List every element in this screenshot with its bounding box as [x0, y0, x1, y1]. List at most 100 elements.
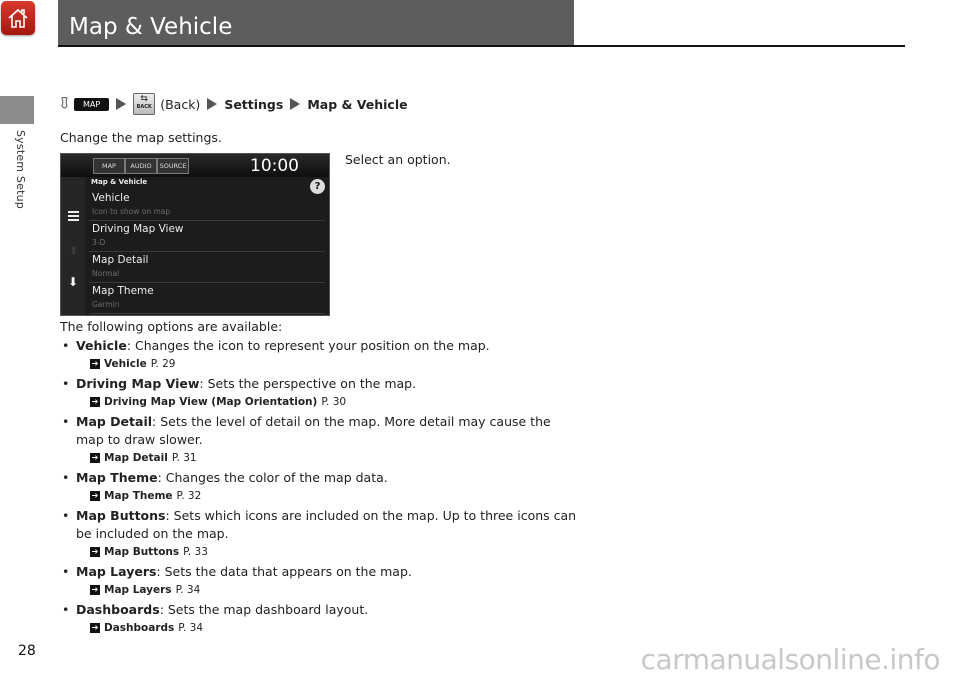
option-item: • Map Buttons: Sets which icons are inclu… — [60, 507, 580, 561]
reference-arrow-icon: ➔ — [90, 623, 100, 633]
screen-item-title: Map Theme — [92, 285, 154, 297]
voice-command-icon — [61, 97, 68, 109]
option-description: : Sets the data that appears on the map. — [156, 564, 412, 579]
screen-item-value: Garmin — [92, 300, 120, 309]
option-name: Map Detail — [76, 414, 153, 429]
scroll-up-icon: ⬆ — [69, 244, 79, 257]
screen-item-title: Vehicle — [92, 192, 130, 204]
screen-tab-source: SOURCE — [157, 158, 189, 174]
home-icon — [8, 8, 28, 28]
reference-page: P. 29 — [150, 358, 176, 370]
options-lead: The following options are available: — [60, 319, 283, 334]
reference-title: Map Theme — [104, 490, 173, 502]
bullet-icon: • — [62, 414, 70, 429]
option-description: : Sets the map dashboard layout. — [159, 602, 369, 617]
bullet-icon: • — [62, 602, 70, 617]
reference-arrow-icon: ➔ — [90, 585, 100, 595]
screen-item-title: Driving Map View — [92, 223, 184, 235]
screen-list-item: Map Theme Garmin — [89, 282, 325, 314]
bullet-icon: • — [62, 564, 70, 579]
reference-link[interactable]: ➔ Dashboards P. 34 — [76, 619, 580, 637]
section-tab — [0, 96, 34, 124]
option-description: : Changes the color of the map data. — [157, 470, 388, 485]
option-description: : Changes the icon to represent your pos… — [126, 338, 490, 353]
screen-item-value: Normal — [92, 269, 120, 278]
option-name: Map Layers — [76, 564, 157, 579]
navigation-screenshot: MAP AUDIO SOURCE 10:00 ⬆ ⬇ Map & Vehicle… — [60, 153, 330, 316]
title-divider — [58, 45, 905, 47]
option-name: Map Theme — [76, 470, 158, 485]
screen-item-value: 3-D — [92, 238, 106, 247]
section-label: System Setup — [14, 130, 27, 209]
page-number: 28 — [18, 643, 36, 659]
reference-title: Dashboards — [104, 622, 175, 634]
option-name: Map Buttons — [76, 508, 166, 523]
screen-clock: 10:00 — [250, 156, 299, 176]
reference-page: P. 34 — [175, 584, 201, 596]
intro-text: Change the map settings. — [60, 130, 222, 145]
arrow-icon — [116, 98, 127, 110]
scroll-down-icon: ⬇ — [68, 275, 79, 289]
arrow-icon — [290, 98, 301, 110]
option-item: • Vehicle: Changes the icon to represent … — [60, 337, 580, 373]
bullet-icon: • — [62, 508, 70, 523]
reference-arrow-icon: ➔ — [90, 397, 100, 407]
reference-page: P. 30 — [321, 396, 347, 408]
reference-title: Map Layers — [104, 584, 172, 596]
reference-link[interactable]: ➔ Map Detail P. 31 — [76, 449, 580, 467]
option-item: • Map Layers: Sets the data that appears … — [60, 563, 580, 599]
back-icon: ⇆ BACK — [133, 93, 156, 115]
navigation-path: MAP ⇆ BACK (Back) Settings Map & Vehicle — [60, 93, 408, 115]
screen-list-item: Driving Map View 3-D — [89, 220, 325, 252]
option-name: Dashboards — [76, 602, 160, 617]
reference-title: Vehicle — [104, 358, 147, 370]
reference-page: P. 34 — [178, 622, 204, 634]
bullet-icon: • — [62, 376, 70, 391]
reference-link[interactable]: ➔ Map Theme P. 32 — [76, 487, 580, 505]
option-item: • Driving Map View: Sets the perspective … — [60, 375, 580, 411]
reference-page: P. 31 — [171, 452, 197, 464]
screen-item-title: Map Detail — [92, 254, 149, 266]
option-item: • Map Theme: Changes the color of the map… — [60, 469, 580, 505]
reference-arrow-icon: ➔ — [90, 359, 100, 369]
screen-left-column: ⬆ ⬇ — [61, 177, 85, 315]
screen-item-value: Icon to show on map — [92, 207, 171, 216]
reference-arrow-icon: ➔ — [90, 453, 100, 463]
screen-heading: Map & Vehicle — [91, 178, 148, 186]
map-button-label: MAP — [74, 97, 110, 111]
reference-page: P. 32 — [176, 490, 202, 502]
home-button[interactable] — [1, 1, 35, 35]
option-name: Driving Map View — [76, 376, 200, 391]
screen-list-item: Vehicle Icon to show on map — [89, 189, 325, 221]
page-title: Map & Vehicle — [69, 14, 233, 40]
reference-arrow-icon: ➔ — [90, 547, 100, 557]
reference-link[interactable]: ➔ Driving Map View (Map Orientation) P. 30 — [76, 393, 580, 411]
watermark: carmanualsonline.info — [640, 643, 941, 676]
title-bar: Map & Vehicle — [58, 0, 574, 46]
bullet-icon: • — [62, 470, 70, 485]
path-step-settings: Settings — [224, 96, 284, 112]
back-text: (Back) — [160, 96, 201, 112]
bullet-icon: • — [62, 338, 70, 353]
arrow-icon — [207, 98, 218, 110]
reference-link[interactable]: ➔ Map Buttons P. 33 — [76, 543, 580, 561]
reference-title: Map Buttons — [104, 546, 180, 558]
reference-title: Driving Map View (Map Orientation) — [104, 396, 318, 408]
options-list: The following options are available: • Ve… — [60, 318, 580, 639]
screen-tab-map: MAP — [93, 158, 125, 174]
back-icon-label: BACK — [136, 104, 152, 110]
screen-tab-audio: AUDIO — [125, 158, 157, 174]
reference-link[interactable]: ➔ Vehicle P. 29 — [76, 355, 580, 373]
reference-title: Map Detail — [104, 452, 168, 464]
option-description: : Sets the perspective on the map. — [199, 376, 417, 391]
option-item: • Map Detail: Sets the level of detail on… — [60, 413, 580, 467]
reference-arrow-icon: ➔ — [90, 491, 100, 501]
reference-page: P. 33 — [183, 546, 208, 558]
select-instruction: Select an option. — [345, 152, 451, 167]
path-step-map-vehicle: Map & Vehicle — [307, 96, 408, 112]
option-name: Vehicle — [76, 338, 127, 353]
reference-link[interactable]: ➔ Map Layers P. 34 — [76, 581, 580, 599]
screen-list-item: Map Detail Normal — [89, 251, 325, 283]
menu-icon — [68, 211, 79, 223]
option-item: • Dashboards: Sets the map dashboard layo… — [60, 601, 580, 637]
